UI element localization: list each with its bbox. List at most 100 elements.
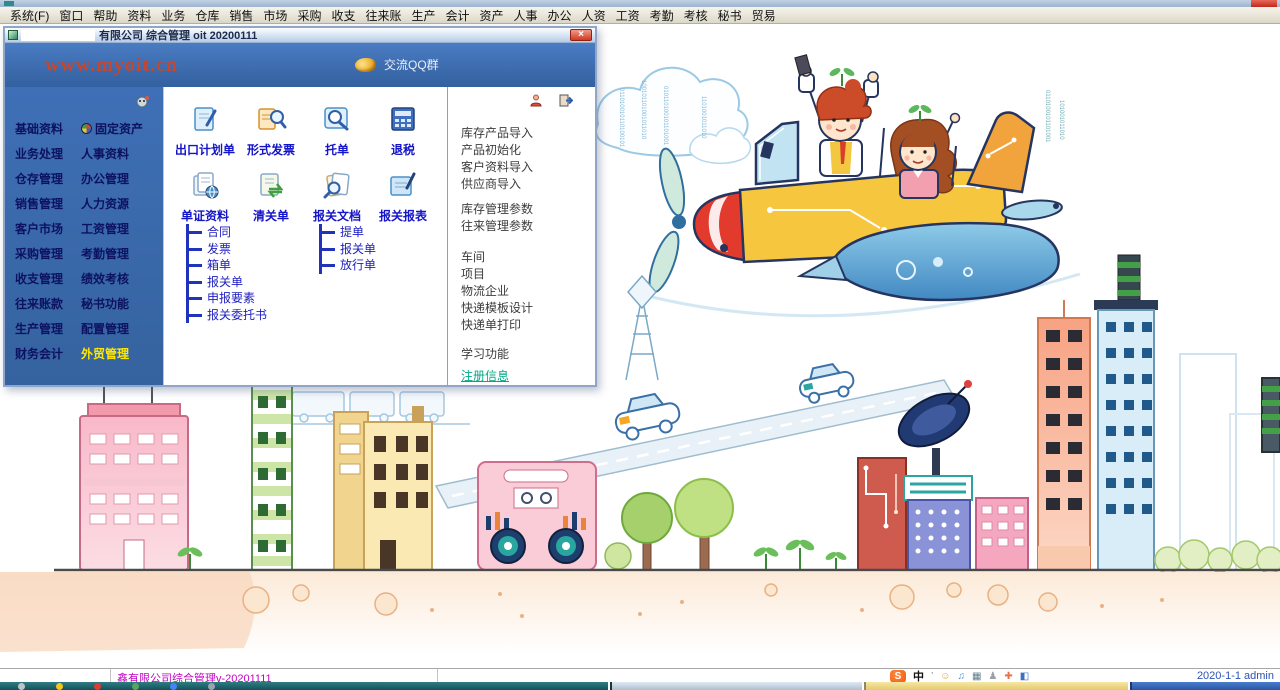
sidebar-module-item[interactable]: 仓存管理 bbox=[15, 167, 79, 192]
doc-green-arrows-icon bbox=[255, 171, 287, 199]
window-titlebar[interactable]: 有限公司 综合管理 oit 20200111 × bbox=[5, 28, 595, 43]
tree-item[interactable]: 合同 bbox=[189, 224, 267, 241]
ime-emoji-icon[interactable]: ☺ bbox=[940, 670, 950, 683]
sidebar-module-item[interactable]: 财务会计 bbox=[15, 342, 79, 367]
ime-person-icon[interactable]: ♟ bbox=[988, 670, 997, 683]
utility-link[interactable]: 车间 bbox=[461, 249, 595, 266]
utility-link[interactable]: 库存产品导入 bbox=[461, 125, 595, 142]
sidebar-module-item[interactable]: 固定资产 bbox=[81, 117, 143, 142]
mini-user-icon[interactable] bbox=[530, 94, 543, 112]
menu-item[interactable]: 收支 bbox=[326, 7, 360, 24]
menu-item[interactable]: 销售 bbox=[224, 7, 258, 24]
tree-item[interactable]: 报关委托书 bbox=[189, 307, 267, 324]
taskbar-window-button[interactable] bbox=[864, 682, 1128, 690]
utility-link[interactable]: 快递单打印 bbox=[461, 317, 595, 334]
tree-item[interactable]: 申报要素 bbox=[189, 290, 267, 307]
booking-order-button[interactable]: 托单 bbox=[304, 105, 370, 171]
ime-keyboard-icon[interactable]: ▦ bbox=[972, 670, 981, 683]
ime-voice-icon[interactable]: ♫ bbox=[957, 670, 965, 683]
utility-link[interactable]: 学习功能 bbox=[461, 346, 595, 363]
sidebar-module-item[interactable]: 人事资料 bbox=[81, 142, 143, 167]
handshake-icon bbox=[355, 58, 376, 72]
sogou-logo-icon[interactable]: S bbox=[890, 670, 906, 683]
register-info-link[interactable]: 注册信息 bbox=[461, 367, 509, 384]
customs-report-button[interactable]: 报关报表 bbox=[370, 171, 436, 237]
taskbar-window-button[interactable] bbox=[1130, 682, 1280, 690]
sidebar-module-item[interactable]: 绩效考核 bbox=[81, 267, 143, 292]
menu-item[interactable]: 资料 bbox=[122, 7, 156, 24]
utility-link[interactable]: 库存管理参数 bbox=[461, 201, 595, 218]
menu-item[interactable]: 业务 bbox=[156, 7, 190, 24]
utility-link[interactable]: 往来管理参数 bbox=[461, 218, 595, 235]
utility-link[interactable]: 供应商导入 bbox=[461, 176, 595, 193]
sidebar-module-item[interactable]: 业务处理 bbox=[15, 142, 79, 167]
tax-refund-button[interactable]: 退税 bbox=[370, 105, 436, 171]
sidebar-module-item[interactable]: 采购管理 bbox=[15, 242, 79, 267]
tray-icon[interactable] bbox=[208, 683, 215, 690]
menu-item[interactable]: 往来账 bbox=[360, 7, 406, 24]
close-button[interactable]: × bbox=[570, 29, 592, 41]
menu-item[interactable]: 秘书 bbox=[713, 7, 747, 24]
utility-link[interactable]: 客户资料导入 bbox=[461, 159, 595, 176]
sidebar-module-item[interactable]: 秘书功能 bbox=[81, 292, 143, 317]
menu-item[interactable]: 帮助 bbox=[88, 7, 122, 24]
utility-link[interactable]: 项目 bbox=[461, 266, 595, 283]
proforma-invoice-button[interactable]: 形式发票 bbox=[238, 105, 304, 171]
tray-icon[interactable] bbox=[132, 683, 139, 690]
menu-item[interactable]: 人事 bbox=[509, 7, 543, 24]
sidebar-module-item[interactable]: 往来账款 bbox=[15, 292, 79, 317]
sidebar-module-item[interactable]: 人力资源 bbox=[81, 192, 143, 217]
tree-item[interactable]: 报关单 bbox=[189, 274, 267, 291]
sidebar-module-item[interactable]: 外贸管理 bbox=[81, 342, 143, 367]
app-close-button[interactable] bbox=[1251, 0, 1277, 7]
tree-branch bbox=[322, 264, 335, 267]
menu-item[interactable]: 采购 bbox=[292, 7, 326, 24]
tree-item-label: 报关单 bbox=[207, 275, 243, 289]
tray-icon[interactable] bbox=[56, 683, 63, 690]
sidebar-module-item[interactable]: 销售管理 bbox=[15, 192, 79, 217]
sidebar-module-item[interactable]: 配置管理 bbox=[81, 317, 143, 342]
qq-group-link[interactable]: 交流QQ群 bbox=[355, 56, 439, 73]
tray-icon[interactable] bbox=[170, 683, 177, 690]
sidebar-module-item[interactable]: 客户市场 bbox=[15, 217, 79, 242]
sidebar-module-item[interactable]: 基础资料 bbox=[15, 117, 79, 142]
ime-skin-icon[interactable]: ✚ bbox=[1004, 670, 1012, 683]
sidebar-module-item[interactable]: 生产管理 bbox=[15, 317, 79, 342]
sidebar-module-item[interactable]: 收支管理 bbox=[15, 267, 79, 292]
tray-icon[interactable] bbox=[18, 683, 25, 690]
utility-link[interactable]: 产品初始化 bbox=[461, 142, 595, 159]
menu-item[interactable]: 人资 bbox=[577, 7, 611, 24]
ime-punctuation-icon[interactable]: ’ bbox=[931, 670, 933, 683]
tree-item[interactable]: 发票 bbox=[189, 241, 267, 258]
menu-item[interactable]: 系统(F) bbox=[5, 7, 54, 24]
sidebar-module-item[interactable]: 考勤管理 bbox=[81, 242, 143, 267]
menu-item[interactable]: 仓库 bbox=[190, 7, 224, 24]
utility-link[interactable]: 物流企业 bbox=[461, 283, 595, 300]
utility-link[interactable]: 快递模板设计 bbox=[461, 300, 595, 317]
tree-item[interactable]: 提单 bbox=[322, 224, 376, 241]
tray-icon[interactable] bbox=[94, 683, 101, 690]
menu-item[interactable]: 生产 bbox=[406, 7, 440, 24]
taskbar-window-button[interactable] bbox=[610, 682, 862, 690]
exit-icon[interactable] bbox=[559, 94, 573, 112]
export-plan-button[interactable]: 出口计划单 bbox=[172, 105, 238, 171]
svg-text:010110100101101001: 010110100101101001 bbox=[662, 86, 668, 146]
menu-item[interactable]: 会计 bbox=[441, 7, 475, 24]
sidebar-module-item[interactable]: 办公管理 bbox=[81, 167, 143, 192]
menu-item[interactable]: 资产 bbox=[475, 7, 509, 24]
menu-item[interactable]: 考勤 bbox=[645, 7, 679, 24]
sidebar-module-item[interactable]: 工资管理 bbox=[81, 217, 143, 242]
tree-item-label: 申报要素 bbox=[207, 291, 255, 305]
menu-item[interactable]: 贸易 bbox=[747, 7, 781, 24]
menu-item[interactable]: 市场 bbox=[258, 7, 292, 24]
tree-item[interactable]: 报关单 bbox=[322, 241, 376, 258]
menu-item[interactable]: 办公 bbox=[543, 7, 577, 24]
menu-item[interactable]: 考核 bbox=[679, 7, 713, 24]
taskbar-tray[interactable] bbox=[0, 682, 608, 690]
menu-item[interactable]: 工资 bbox=[611, 7, 645, 24]
menu-item[interactable]: 窗口 bbox=[54, 7, 88, 24]
calculator-icon bbox=[387, 105, 419, 133]
tree-item[interactable]: 放行单 bbox=[322, 257, 376, 274]
tree-item[interactable]: 箱单 bbox=[189, 257, 267, 274]
ime-toolbox-icon[interactable]: ◧ bbox=[1020, 670, 1029, 683]
